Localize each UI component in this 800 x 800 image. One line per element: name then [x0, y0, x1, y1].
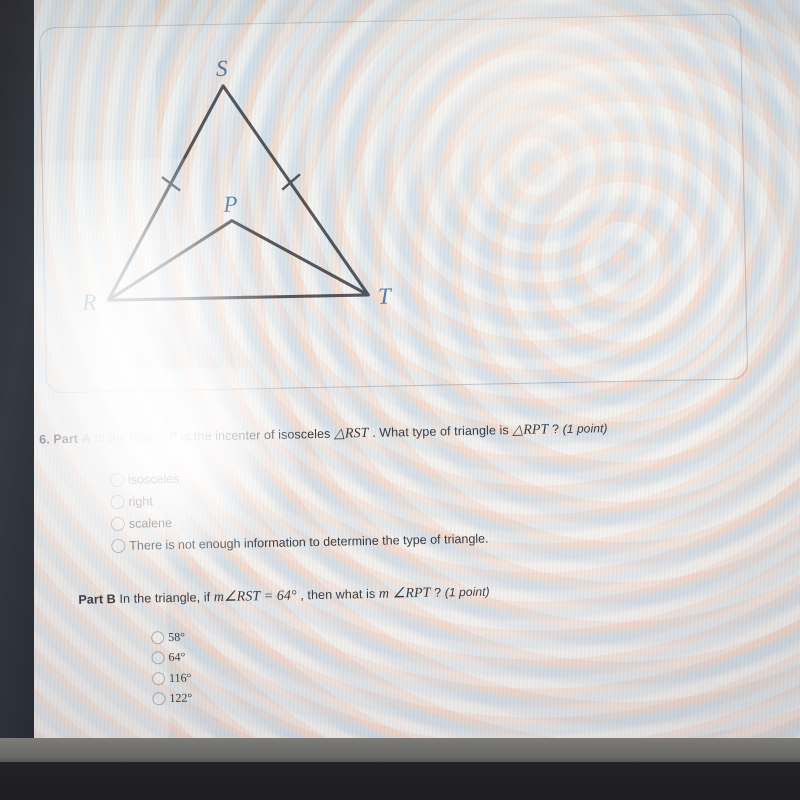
vertex-label-p: P — [222, 192, 238, 217]
option-label: right — [128, 494, 153, 509]
screen-photo: S R T P 6. Part A In the figure, P is th… — [0, 0, 800, 800]
part-b-text-2: , then what is — [300, 586, 376, 603]
radio-icon[interactable] — [151, 630, 165, 645]
part-b-expr-2: m ∠RPT — [378, 585, 431, 602]
vertex-label-t: T — [378, 283, 393, 308]
laptop-screen: S R T P 6. Part A In the figure, P is th… — [14, 0, 800, 772]
part-b-option-122[interactable]: 122° — [152, 688, 192, 709]
desk-shadow-band — [0, 762, 800, 800]
part-b-text-3: ? — [433, 585, 442, 600]
part-b-text-1: In the triangle, if — [119, 590, 211, 607]
part-a-text-2: is the incenter of isosceles — [180, 426, 331, 444]
part-a-triangle-rst: △RST — [333, 425, 369, 442]
vertex-label-r: R — [81, 289, 97, 314]
option-label: scalene — [128, 515, 173, 531]
vertex-label-s: S — [216, 56, 228, 81]
part-b-option-58[interactable]: 58° — [151, 627, 191, 648]
part-b-option-64[interactable]: 64° — [151, 647, 191, 668]
part-a-text-4: ? — [551, 422, 560, 437]
part-a-text-3: . What type of triangle is — [371, 423, 509, 440]
radio-icon[interactable] — [151, 651, 165, 665]
part-a-label-letter: A — [81, 431, 91, 446]
radio-icon[interactable] — [152, 692, 166, 706]
option-label: isosceles — [127, 471, 180, 487]
radio-icon[interactable] — [110, 516, 126, 532]
part-b-label-letter: B — [106, 592, 116, 607]
tick-mark-rs — [161, 176, 181, 192]
part-b-option-116[interactable]: 116° — [151, 668, 192, 689]
option-label: 64° — [168, 649, 186, 665]
part-a-question-line: 6. Part A In the figure, P is the incent… — [39, 420, 608, 448]
triangle-figure: S R T P — [81, 56, 393, 315]
part-a-options: isosceles right scalene There is not eno… — [109, 462, 489, 558]
part-b-options: 58° 64° 116° 122° — [151, 627, 192, 710]
part-b-expr-1: m∠RST = 64° — [213, 588, 297, 606]
part-b-label-prefix: Part — [78, 592, 104, 607]
part-a-points: (1 point) — [562, 421, 608, 437]
radio-icon[interactable] — [110, 494, 125, 510]
part-a-text-1: In the figure, — [94, 430, 166, 446]
question-number: 6. — [39, 432, 50, 447]
part-a-label-prefix: Part — [53, 431, 79, 447]
part-b-points: (1 point) — [444, 584, 490, 600]
radio-icon[interactable] — [111, 538, 126, 554]
radio-icon[interactable] — [109, 472, 125, 488]
part-a-var-p: P — [168, 429, 178, 445]
document-page: S R T P 6. Part A In the figure, P is th… — [14, 0, 800, 772]
radio-icon[interactable] — [151, 671, 166, 686]
part-a-triangle-rpt: △RPT — [512, 422, 549, 439]
option-label: 58° — [168, 629, 186, 644]
screen-bezel-left — [0, 0, 34, 800]
option-label: There is not enough information to deter… — [129, 531, 489, 553]
option-label: 122° — [169, 690, 193, 706]
part-b-question-line: Part B In the triangle, if m∠RST = 64° ,… — [78, 584, 490, 609]
option-label: 116° — [168, 670, 192, 685]
